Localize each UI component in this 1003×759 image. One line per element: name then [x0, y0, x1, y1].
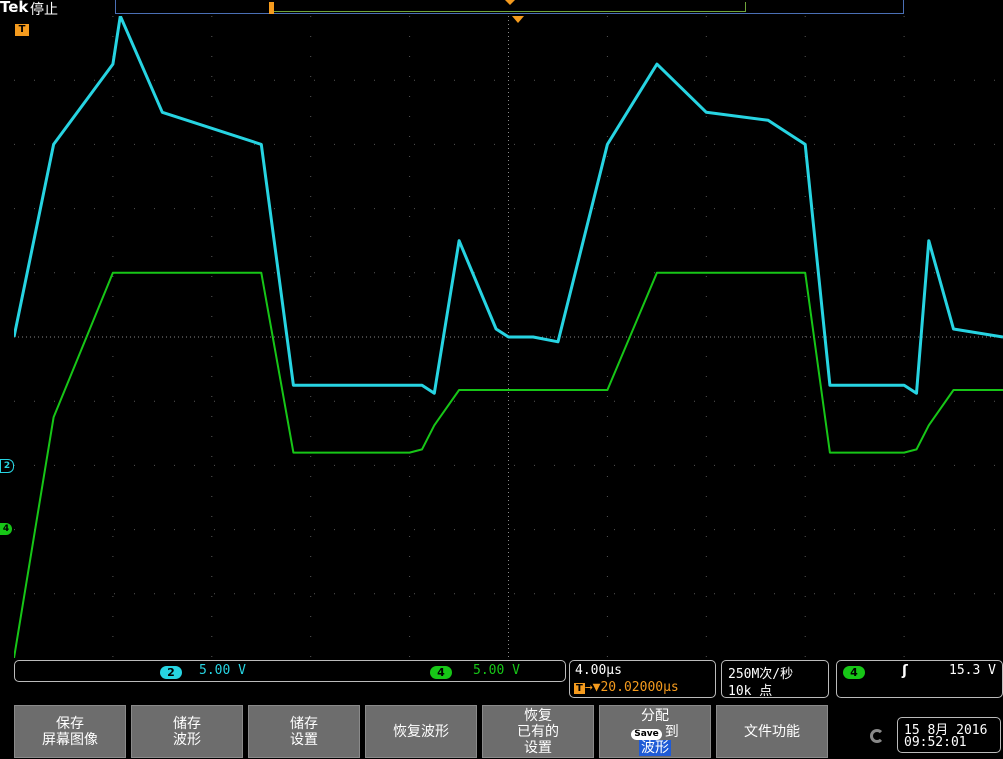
- trigger-position-icon: [505, 0, 515, 5]
- save-screen-image-button[interactable]: 保存 屏幕图像: [14, 705, 126, 758]
- readout-area: 2 5.00 V 4 5.00 V 4.00µs T →▼20.02000µs 2…: [0, 659, 1003, 701]
- datetime-readout: 15 8月 2016 09:52:01: [897, 717, 1001, 753]
- recall-setup-button[interactable]: 恢复 已有的 设置: [482, 705, 594, 758]
- record-length: 10k 点: [728, 684, 773, 699]
- timebase: 4.00µs: [575, 663, 622, 678]
- clock-icon: [870, 729, 884, 743]
- recall-waveform-button[interactable]: 恢复波形: [365, 705, 477, 758]
- vertical-readout[interactable]: 2 5.00 V 4 5.00 V: [14, 660, 566, 682]
- view-start-marker[interactable]: [269, 2, 274, 14]
- acquisition-readout[interactable]: 250M次/秒 10k 点: [721, 660, 829, 699]
- bottom-menu: 保存 屏幕图像 储存 波形 储存 设置 恢复波形 恢复 已有的 设置 分配 Save 到 波…: [0, 703, 1003, 759]
- top-status-bar: Tek 停止: [0, 0, 1003, 18]
- graticule: [14, 16, 1003, 658]
- horizontal-readout[interactable]: 4.00µs T →▼20.02000µs: [569, 660, 716, 698]
- assign-save-button[interactable]: 分配 Save 到 波形: [599, 705, 711, 758]
- file-utilities-button[interactable]: 文件功能: [716, 705, 828, 758]
- ch2-ground-marker[interactable]: 2: [0, 459, 14, 473]
- trigger-source-badge: 4: [843, 666, 865, 679]
- trigger-marker-icon[interactable]: T: [15, 24, 29, 36]
- t-icon: T: [574, 683, 585, 694]
- rising-edge-icon: ʃ: [902, 663, 908, 679]
- trigger-position-readout: T →▼20.02000µs: [574, 680, 679, 695]
- ch2-scale: 5.00 V: [199, 663, 246, 678]
- save-setup-button[interactable]: 储存 设置: [248, 705, 360, 758]
- save-icon: Save: [631, 728, 662, 740]
- waveform-display[interactable]: [14, 16, 1003, 658]
- trigger-readout[interactable]: 4 ʃ 15.3 V: [836, 660, 1003, 698]
- save-waveform-button[interactable]: 储存 波形: [131, 705, 243, 758]
- brand-logo: Tek: [0, 0, 29, 16]
- ch4-badge: 4: [430, 666, 452, 679]
- ch4-ground-marker[interactable]: 4: [0, 523, 12, 535]
- time: 09:52:01: [904, 735, 967, 750]
- ch2-badge: 2: [160, 666, 182, 679]
- trigger-level: 15.3 V: [949, 663, 996, 678]
- trigger-point-icon: [512, 16, 524, 23]
- ch4-scale: 5.00 V: [473, 663, 520, 678]
